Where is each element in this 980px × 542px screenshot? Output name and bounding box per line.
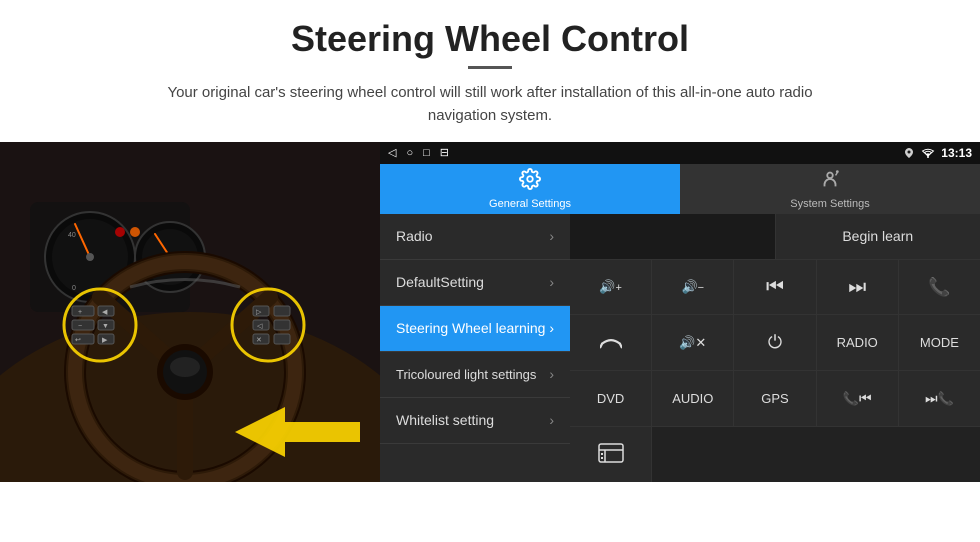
nav-back-icon[interactable]: ◁ [388, 146, 396, 159]
header-section: Steering Wheel Control Your original car… [0, 0, 980, 138]
controls-row-1: 🔊+ 🔊− ⏮ [570, 260, 980, 316]
general-settings-icon [519, 168, 541, 195]
vol-up-icon: 🔊+ [599, 279, 622, 295]
power-button[interactable]: ⏻ [734, 315, 816, 370]
mode-button[interactable]: MODE [899, 315, 980, 370]
menu-steering-label: Steering Wheel learning [396, 320, 545, 336]
content-area: 0 80 40 [0, 142, 980, 482]
controls-grid: 🔊+ 🔊− ⏮ [570, 260, 980, 482]
nav-buttons: ◁ ○ □ ⊟ [388, 146, 449, 159]
page-wrapper: Steering Wheel Control Your original car… [0, 0, 980, 482]
menu-radio-label: Radio [396, 228, 433, 244]
prev-track-icon: 📞⏮ [843, 390, 872, 407]
empty-btn-2[interactable] [652, 427, 980, 482]
svg-text:0: 0 [72, 285, 76, 292]
menu-whitelist-arrow: › [549, 412, 554, 428]
menu-radio-arrow: › [549, 228, 554, 244]
tab-system-label: System Settings [790, 198, 869, 210]
svg-text:▷: ▷ [256, 309, 262, 316]
extra-button[interactable] [570, 427, 652, 482]
tab-general[interactable]: General Settings [380, 164, 680, 213]
left-menu: Radio › DefaultSetting › Steering Wheel … [380, 214, 570, 482]
svg-text:◁: ◁ [257, 323, 263, 330]
controls-row-2: 🔊✕ ⏻ RADIO MODE [570, 315, 980, 371]
svg-text:↩: ↩ [75, 337, 81, 344]
next-button[interactable]: ⏭ [817, 260, 899, 315]
svg-text:+: + [78, 309, 82, 316]
power-icon: ⏻ [768, 332, 782, 353]
svg-text:−: − [78, 323, 82, 330]
status-indicators: 13:13 [903, 146, 972, 160]
device-screen: Radio › DefaultSetting › Steering Wheel … [380, 214, 980, 482]
menu-default-arrow: › [549, 274, 554, 290]
extra-icon [597, 442, 625, 467]
next-track-button[interactable]: ⏭📞 [899, 371, 980, 426]
menu-steering-arrow: › [549, 320, 554, 336]
menu-tricoloured-label: Tricoloured light settings [396, 367, 536, 382]
hang-up-icon [600, 333, 622, 352]
nav-home-icon[interactable]: ○ [406, 147, 413, 159]
svg-text:▶: ▶ [102, 337, 108, 344]
menu-item-steering[interactable]: Steering Wheel learning › [380, 306, 570, 352]
empty-placeholder [570, 214, 776, 259]
tab-bar: General Settings System Settings [380, 164, 980, 213]
status-bar: ◁ ○ □ ⊟ 13:13 [380, 142, 980, 165]
svg-text:◀: ◀ [102, 309, 108, 316]
time-display: 13:13 [941, 146, 972, 160]
prev-button[interactable]: ⏮ [734, 260, 816, 315]
audio-button[interactable]: AUDIO [652, 371, 734, 426]
tab-general-label: General Settings [489, 198, 571, 210]
subtitle-text: Your original car's steering wheel contr… [150, 81, 830, 128]
svg-text:✕: ✕ [256, 337, 262, 344]
wifi-icon [921, 147, 935, 159]
radio-button[interactable]: RADIO [817, 315, 899, 370]
title-divider [468, 66, 512, 69]
controls-row-4 [570, 427, 980, 482]
begin-learn-row: Begin learn [570, 214, 980, 260]
prev-icon: ⏮ [766, 276, 784, 299]
vol-down-button[interactable]: 🔊− [652, 260, 734, 315]
next-track-icon: ⏭📞 [925, 390, 954, 407]
menu-tricoloured-arrow: › [549, 366, 554, 382]
tab-system[interactable]: System Settings [680, 164, 980, 213]
mute-button[interactable]: 🔊✕ [652, 315, 734, 370]
audio-label: AUDIO [672, 391, 713, 406]
nav-extra-icon[interactable]: ⊟ [440, 146, 449, 159]
car-image: 0 80 40 [0, 142, 380, 482]
system-settings-icon [819, 168, 841, 195]
menu-item-radio[interactable]: Radio › [380, 214, 570, 260]
page-title: Steering Wheel Control [40, 18, 940, 60]
dvd-button[interactable]: DVD [570, 371, 652, 426]
menu-default-label: DefaultSetting [396, 274, 484, 290]
mute-icon: 🔊✕ [679, 335, 706, 351]
prev-track-button[interactable]: 📞⏮ [817, 371, 899, 426]
menu-item-whitelist[interactable]: Whitelist setting › [380, 398, 570, 444]
next-icon: ⏭ [848, 276, 866, 299]
svg-text:40: 40 [68, 232, 76, 239]
svg-text:▼: ▼ [102, 323, 109, 330]
mode-label: MODE [920, 335, 959, 350]
vol-up-button[interactable]: 🔊+ [570, 260, 652, 315]
dvd-label: DVD [597, 391, 624, 406]
radio-label: RADIO [837, 335, 878, 350]
gps-label: GPS [761, 391, 788, 406]
location-icon [903, 147, 915, 159]
menu-item-default[interactable]: DefaultSetting › [380, 260, 570, 306]
vol-down-icon: 🔊− [681, 279, 704, 295]
phone-icon: 📞 [928, 277, 950, 298]
begin-learn-button[interactable]: Begin learn [776, 214, 980, 259]
nav-recent-icon[interactable]: □ [423, 147, 430, 159]
menu-item-tricoloured[interactable]: Tricoloured light settings › [380, 352, 570, 398]
controls-row-3: DVD AUDIO GPS 📞⏮ [570, 371, 980, 427]
hang-up-button[interactable] [570, 315, 652, 370]
right-controls: Begin learn 🔊+ [570, 214, 980, 482]
device-panel: ◁ ○ □ ⊟ 13:13 [380, 142, 980, 482]
menu-whitelist-label: Whitelist setting [396, 412, 494, 428]
phone-button[interactable]: 📞 [899, 260, 980, 315]
gps-button[interactable]: GPS [734, 371, 816, 426]
